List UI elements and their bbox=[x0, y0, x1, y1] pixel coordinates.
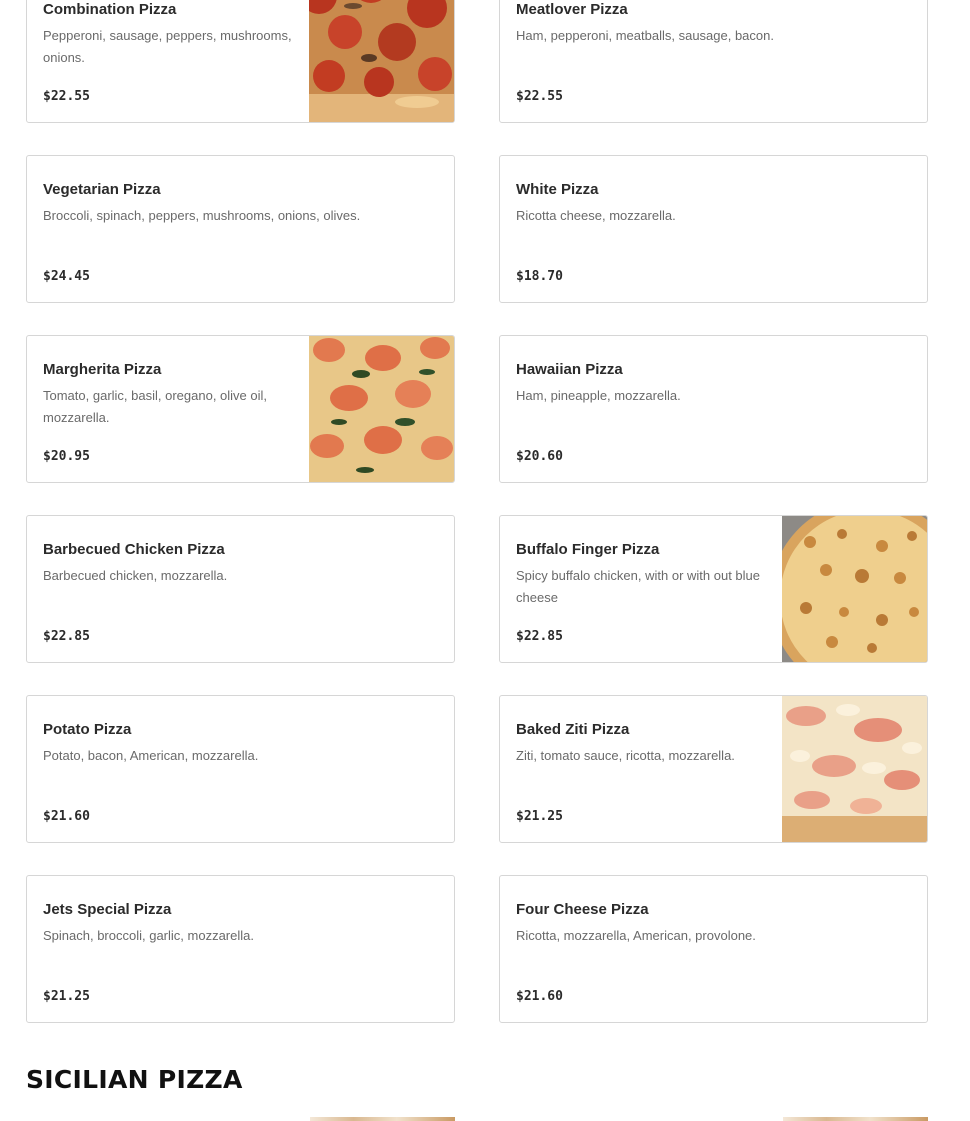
menu-items-grid: Combination Pizza Pepperoni, sausage, pe… bbox=[26, 0, 928, 1023]
item-name: Margherita Pizza bbox=[43, 361, 162, 378]
item-price: $18.70 bbox=[516, 269, 563, 284]
menu-item-vegetarian-pizza[interactable]: Vegetarian Pizza Broccoli, spinach, pepp… bbox=[26, 155, 455, 303]
item-description: Pepperoni, sausage, peppers, mushrooms, … bbox=[43, 28, 292, 65]
item-price: $24.45 bbox=[43, 269, 90, 284]
item-price: $22.55 bbox=[516, 89, 563, 104]
item-description: Ziti, tomato sauce, ricotta, mozzarella. bbox=[516, 748, 735, 763]
item-name: Jets Special Pizza bbox=[43, 901, 172, 918]
item-name: Baked Ziti Pizza bbox=[516, 721, 630, 738]
menu-item-margherita-pizza[interactable]: Margherita Pizza Tomato, garlic, basil, … bbox=[26, 335, 455, 483]
menu-item-buffalo-finger-pizza[interactable]: Buffalo Finger Pizza Spicy buffalo chick… bbox=[499, 515, 928, 663]
item-price: $20.60 bbox=[516, 449, 563, 464]
menu-item-combination-pizza[interactable]: Combination Pizza Pepperoni, sausage, pe… bbox=[26, 0, 455, 123]
section-title-sicilian-pizza: SICILIAN PIZZA bbox=[26, 1065, 243, 1094]
item-price: $21.25 bbox=[516, 809, 563, 824]
item-price: $21.60 bbox=[516, 989, 563, 1004]
item-description: Barbecued chicken, mozzarella. bbox=[43, 568, 228, 583]
menu-item-meatlover-pizza[interactable]: Meatlover Pizza Ham, pepperoni, meatball… bbox=[499, 0, 928, 123]
item-description: Spicy buffalo chicken, with or with out … bbox=[516, 568, 761, 605]
menu-item-white-pizza[interactable]: White Pizza Ricotta cheese, mozzarella. … bbox=[499, 155, 928, 303]
menu-item-barbecued-chicken-pizza[interactable]: Barbecued Chicken Pizza Barbecued chicke… bbox=[26, 515, 455, 663]
menu-item-four-cheese-pizza[interactable]: Four Cheese Pizza Ricotta, mozzarella, A… bbox=[499, 875, 928, 1023]
buffalo-finger-pizza-photo bbox=[782, 516, 927, 662]
item-name: Vegetarian Pizza bbox=[43, 181, 161, 198]
item-description: Tomato, garlic, basil, oregano, olive oi… bbox=[43, 388, 268, 425]
menu-item-baked-ziti-pizza[interactable]: Baked Ziti Pizza Ziti, tomato sauce, ric… bbox=[499, 695, 928, 843]
item-description: Ricotta cheese, mozzarella. bbox=[516, 208, 676, 223]
item-description: Ricotta, mozzarella, American, provolone… bbox=[516, 928, 756, 943]
item-price: $22.55 bbox=[43, 89, 90, 104]
menu-item-hawaiian-pizza[interactable]: Hawaiian Pizza Ham, pineapple, mozzarell… bbox=[499, 335, 928, 483]
combination-pizza-photo bbox=[309, 0, 454, 122]
item-name: Hawaiian Pizza bbox=[516, 361, 623, 378]
item-price: $22.85 bbox=[516, 629, 563, 644]
item-description: Potato, bacon, American, mozzarella. bbox=[43, 748, 259, 763]
item-price: $22.85 bbox=[43, 629, 90, 644]
next-section-image-edge bbox=[783, 1117, 928, 1121]
baked-ziti-pizza-photo bbox=[782, 696, 927, 842]
item-name: Potato Pizza bbox=[43, 721, 132, 738]
item-price: $21.60 bbox=[43, 809, 90, 824]
item-name: Four Cheese Pizza bbox=[516, 901, 649, 918]
item-price: $21.25 bbox=[43, 989, 90, 1004]
item-description: Ham, pepperoni, meatballs, sausage, baco… bbox=[516, 28, 774, 43]
item-name: White Pizza bbox=[516, 181, 599, 198]
item-description: Spinach, broccoli, garlic, mozzarella. bbox=[43, 928, 254, 943]
menu-item-jets-special-pizza[interactable]: Jets Special Pizza Spinach, broccoli, ga… bbox=[26, 875, 455, 1023]
item-name: Meatlover Pizza bbox=[516, 1, 628, 18]
item-name: Buffalo Finger Pizza bbox=[516, 541, 660, 558]
item-description: Ham, pineapple, mozzarella. bbox=[516, 388, 681, 403]
margherita-pizza-photo bbox=[309, 336, 454, 482]
next-section-image-edge bbox=[310, 1117, 455, 1121]
item-price: $20.95 bbox=[43, 449, 90, 464]
menu-item-potato-pizza[interactable]: Potato Pizza Potato, bacon, American, mo… bbox=[26, 695, 455, 843]
item-name: Combination Pizza bbox=[43, 1, 177, 18]
item-description: Broccoli, spinach, peppers, mushrooms, o… bbox=[43, 208, 361, 223]
item-name: Barbecued Chicken Pizza bbox=[43, 541, 225, 558]
